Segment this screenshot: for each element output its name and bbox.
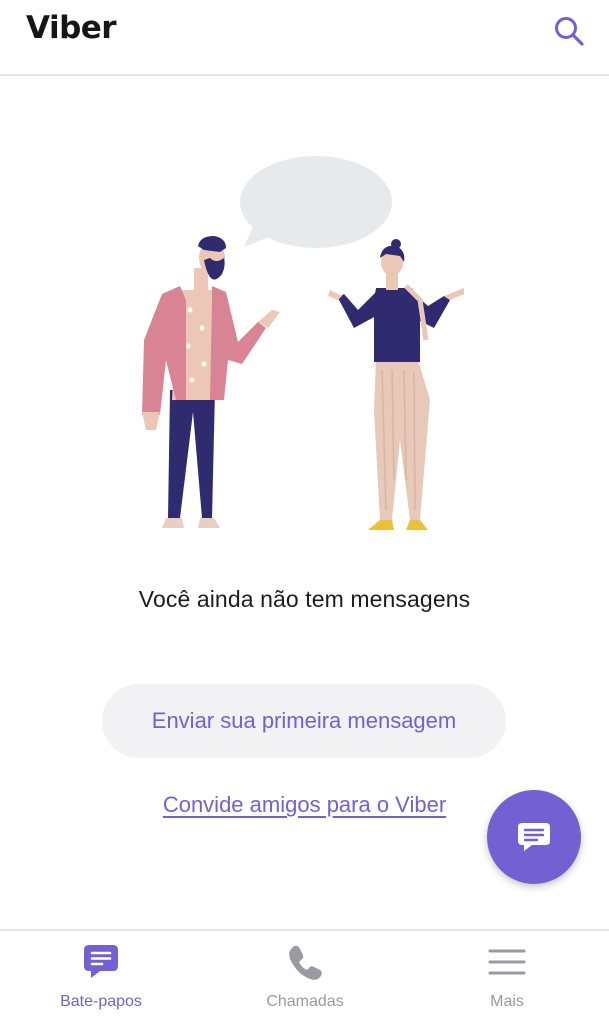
woman-figure — [328, 239, 464, 530]
nav-tab-chats-label: Bate-papos — [60, 993, 142, 1010]
new-chat-fab[interactable] — [487, 790, 581, 884]
new-chat-icon — [518, 823, 550, 851]
nav-tab-chats[interactable]: Bate-papos — [1, 931, 201, 1024]
speech-bubble-icon — [240, 156, 392, 248]
send-first-message-button[interactable]: Enviar sua primeira mensagem — [102, 684, 506, 758]
nav-tab-more-label: Mais — [490, 993, 524, 1010]
send-first-message-label: Enviar sua primeira mensagem — [151, 708, 457, 733]
menu-icon — [488, 949, 526, 975]
chat-bubble-icon — [84, 945, 118, 978]
nav-tab-more[interactable]: Mais — [407, 931, 607, 1024]
search-button[interactable] — [548, 10, 590, 52]
top-bar: Viber — [0, 0, 609, 76]
nav-tab-calls[interactable]: Chamadas — [205, 931, 405, 1024]
nav-tab-calls-label: Chamadas — [266, 993, 344, 1010]
phone-icon — [289, 945, 322, 980]
empty-state-message: Você ainda não tem mensagens — [138, 586, 471, 612]
app-title: Viber — [26, 10, 117, 46]
viber-app: Viber Você ainda não tem mensagens Envia… — [0, 0, 609, 1024]
bottom-navigation: Bate-papos Chamadas Mais — [0, 929, 609, 1024]
empty-chats-illustration — [142, 156, 464, 530]
search-icon — [555, 17, 584, 46]
man-figure — [142, 236, 280, 528]
